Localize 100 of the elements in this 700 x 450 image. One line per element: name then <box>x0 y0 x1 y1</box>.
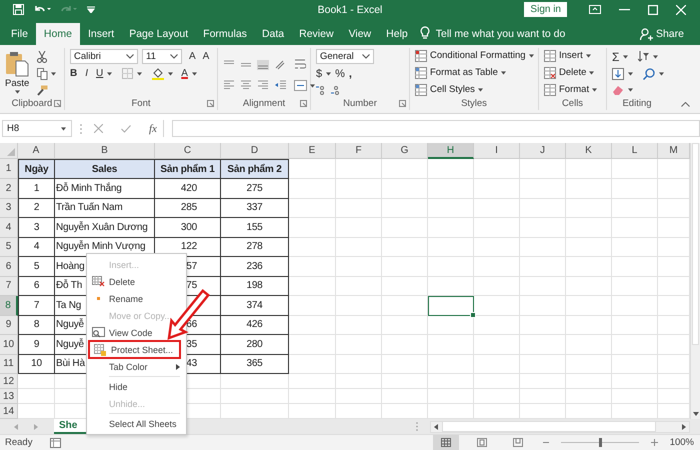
grid-cell[interactable] <box>289 374 336 389</box>
grid-cell[interactable] <box>474 198 520 218</box>
eraser-icon[interactable] <box>612 84 624 94</box>
align-right-icon[interactable] <box>257 80 269 90</box>
decrease-font-size-button[interactable]: A <box>202 51 210 62</box>
column-header[interactable]: K <box>566 143 612 159</box>
ribbon-tab[interactable]: Help <box>379 23 415 45</box>
decrease-decimal-icon[interactable] <box>330 84 340 94</box>
horizontal-scrollbar[interactable] <box>430 420 690 432</box>
row-header[interactable]: 9 <box>0 316 18 335</box>
column-header[interactable]: J <box>520 143 566 159</box>
grid-cell[interactable] <box>428 257 474 276</box>
customize-caret-icon[interactable] <box>87 6 95 13</box>
caret-icon[interactable] <box>51 72 56 76</box>
grid-cell[interactable] <box>382 257 428 276</box>
sort-filter-icon[interactable] <box>638 51 650 62</box>
grid-cell[interactable] <box>612 238 658 257</box>
selected-cell[interactable] <box>428 296 474 316</box>
grid-cell[interactable] <box>382 335 428 354</box>
column-header[interactable]: H <box>428 143 474 159</box>
grid-cell[interactable] <box>382 354 428 374</box>
number-format-dropdown[interactable]: General <box>316 49 374 64</box>
grid-cell[interactable] <box>382 179 428 198</box>
cancel-icon[interactable] <box>94 124 103 133</box>
caret-icon[interactable] <box>653 54 658 58</box>
grid-cell[interactable] <box>520 238 566 257</box>
cells-menu-button[interactable]: Delete <box>544 65 601 80</box>
font-name-dropdown[interactable]: Calibri <box>70 49 138 64</box>
grid-cell[interactable] <box>336 389 382 404</box>
name-box[interactable]: H8 <box>2 120 72 137</box>
enter-check-icon[interactable] <box>121 124 131 132</box>
row-header[interactable]: 6 <box>0 257 18 276</box>
dialog-launcher-icon[interactable] <box>399 100 406 107</box>
fill-down-icon[interactable] <box>612 68 624 80</box>
grid-cell[interactable] <box>289 198 336 218</box>
caret-icon[interactable] <box>659 72 664 76</box>
scissors-icon[interactable] <box>37 51 48 63</box>
underline-button[interactable]: U <box>96 68 104 79</box>
row-header[interactable]: 2 <box>0 179 18 198</box>
grid-cell[interactable] <box>428 238 474 257</box>
ribbon-tab[interactable]: Insert <box>80 23 122 45</box>
grid-cell[interactable] <box>382 238 428 257</box>
grid-cell[interactable] <box>474 179 520 198</box>
tell-me-search-field[interactable]: Tell me what you want to do <box>436 23 566 45</box>
grid-cell[interactable] <box>336 296 382 316</box>
scroll-left-arrow-icon[interactable] <box>434 424 438 430</box>
minimize-icon[interactable] <box>619 8 630 10</box>
share-button[interactable]: Share <box>640 23 684 45</box>
scroll-down-arrow-icon[interactable] <box>693 412 699 416</box>
grid-cell[interactable] <box>612 316 658 335</box>
row-header[interactable]: 13 <box>0 389 18 404</box>
save-icon[interactable] <box>13 4 24 15</box>
caret-icon[interactable] <box>137 72 142 76</box>
next-sheet-icon[interactable] <box>34 424 38 430</box>
vertical-scrollbar[interactable] <box>690 143 700 419</box>
increase-decimal-icon[interactable] <box>316 84 326 94</box>
grid-cell[interactable] <box>289 354 336 374</box>
grid-cell[interactable] <box>289 179 336 198</box>
ribbon-tab[interactable]: Page Layout <box>122 23 196 45</box>
grid-cell[interactable] <box>520 179 566 198</box>
grid-cell[interactable] <box>520 296 566 316</box>
page-break-view-icon[interactable] <box>512 438 523 447</box>
grid-cell[interactable] <box>428 159 474 179</box>
grid-cell[interactable] <box>520 257 566 276</box>
insert-function-button[interactable]: fx <box>149 122 157 134</box>
grid-cell[interactable] <box>612 296 658 316</box>
align-left-icon[interactable] <box>223 80 235 90</box>
row-header[interactable]: 5 <box>0 238 18 257</box>
align-bottom-icon[interactable] <box>257 60 269 70</box>
column-header[interactable]: L <box>612 143 658 159</box>
grid-cell[interactable] <box>474 354 520 374</box>
grid-cell[interactable] <box>289 257 336 276</box>
grid-cell[interactable] <box>428 198 474 218</box>
grid-cell[interactable] <box>566 374 612 389</box>
row-header[interactable]: 8 <box>0 296 18 316</box>
grid-cell[interactable] <box>474 296 520 316</box>
styles-menu-button[interactable]: Conditional Formatting <box>415 48 533 63</box>
row-header[interactable]: 7 <box>0 276 18 296</box>
row-header[interactable]: 11 <box>0 354 18 374</box>
grid-cell[interactable] <box>382 316 428 335</box>
caret-icon[interactable] <box>623 54 628 58</box>
grid-cell[interactable] <box>221 374 289 389</box>
grid-cell[interactable] <box>612 374 658 389</box>
grid-cell[interactable] <box>520 159 566 179</box>
maximize-icon[interactable] <box>648 4 658 14</box>
collapse-ribbon-icon[interactable] <box>681 102 690 107</box>
grid-cell[interactable] <box>474 218 520 238</box>
grid-cell[interactable] <box>18 389 55 404</box>
cells-menu-button[interactable]: Format <box>544 82 601 97</box>
grid-cell[interactable] <box>289 316 336 335</box>
merge-cells-icon[interactable] <box>294 80 307 91</box>
grid-cell[interactable] <box>520 354 566 374</box>
grid-cell[interactable] <box>336 257 382 276</box>
zoom-in-icon[interactable] <box>650 439 658 446</box>
grid-cell[interactable] <box>336 159 382 179</box>
grid-cell[interactable] <box>382 276 428 296</box>
grid-cell[interactable] <box>428 276 474 296</box>
align-center-icon[interactable] <box>240 80 252 90</box>
grid-cell[interactable] <box>382 296 428 316</box>
grid-cell[interactable] <box>566 389 612 404</box>
